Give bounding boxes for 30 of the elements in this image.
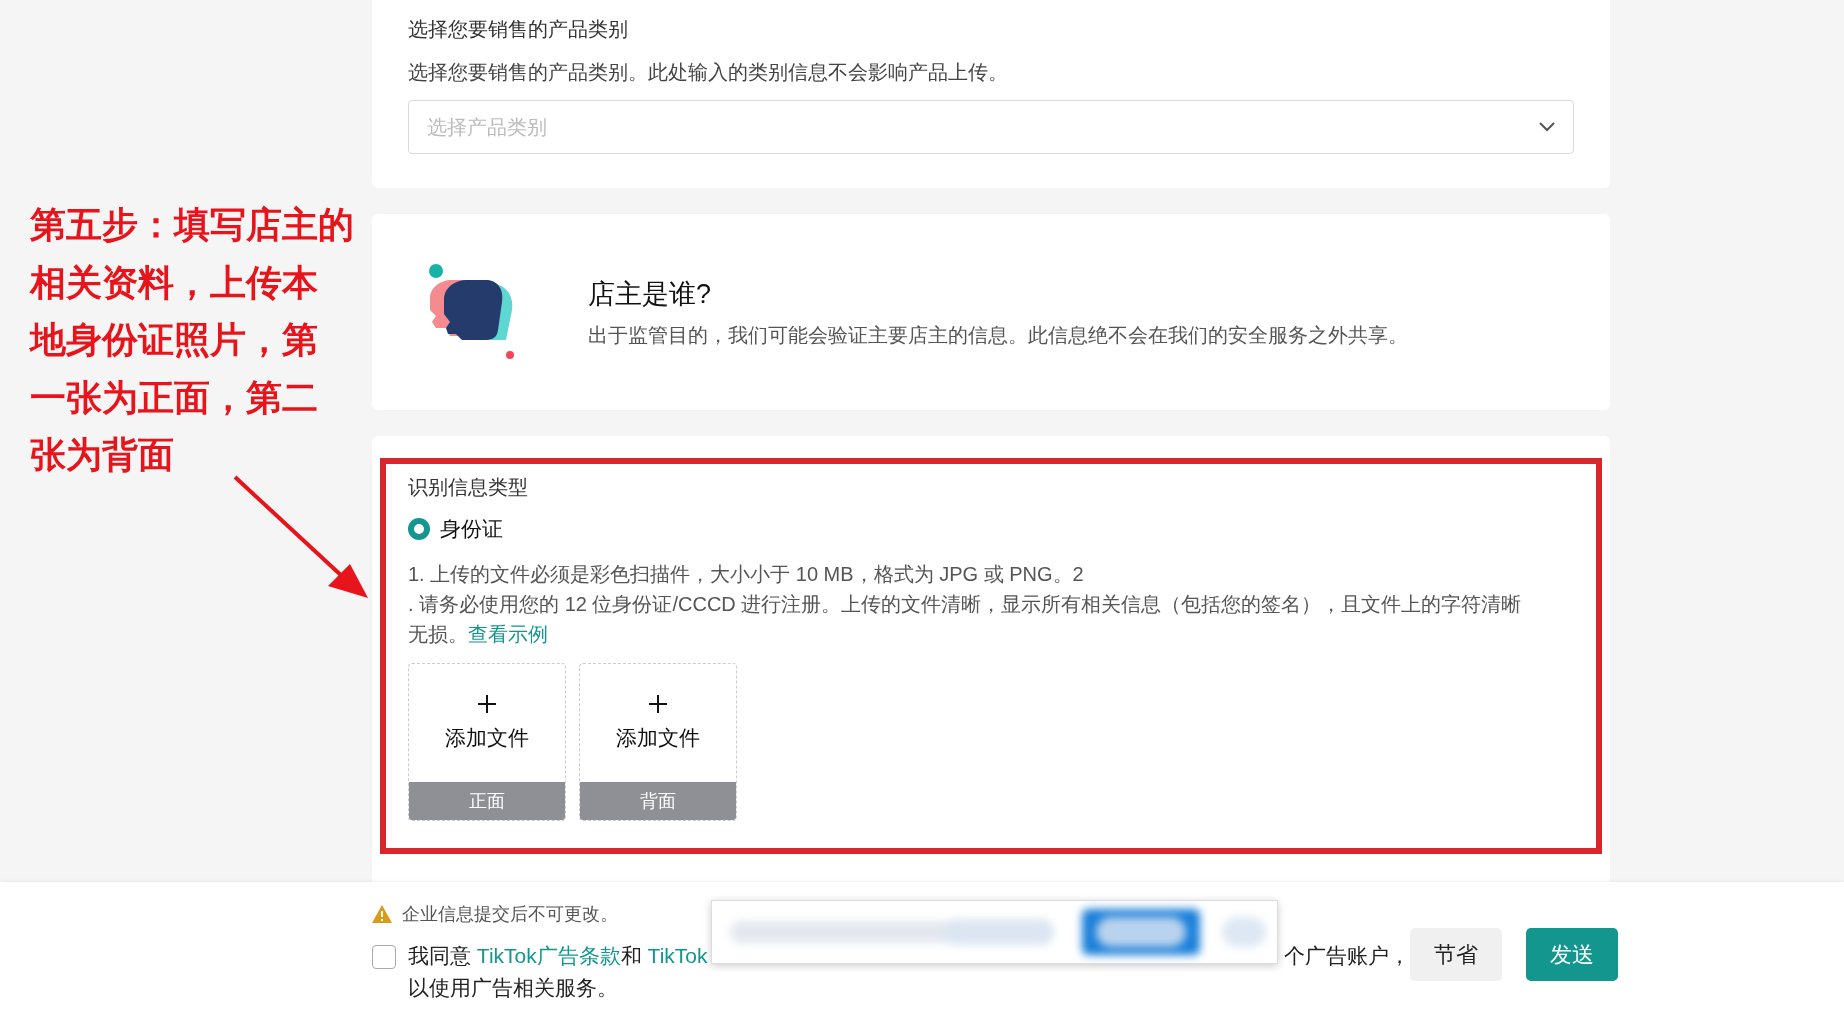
terms-link[interactable]: TikTok广告条款 [476, 940, 621, 972]
terms-link[interactable]: TikTok [647, 940, 708, 972]
add-file-label: 添加文件 [616, 725, 700, 751]
plus-icon [477, 694, 497, 714]
field-label: 选择您要销售的产品类别 [408, 17, 629, 42]
upload-tile[interactable]: 添加文件 正面 [408, 663, 566, 821]
agree-checkbox[interactable] [372, 945, 396, 969]
side-label: 背面 [580, 782, 736, 820]
agreement-text: 我同意 [408, 943, 472, 969]
view-example-link[interactable]: 查看示例 [468, 623, 548, 645]
agreement-text: 个广告账户， [1283, 943, 1410, 969]
plus-icon [648, 694, 668, 714]
warning-icon [372, 905, 392, 923]
upload-tile[interactable]: 添加文件 背面 [579, 663, 737, 821]
side-label: 正面 [409, 782, 565, 820]
section-title: 店主是谁? [588, 277, 713, 311]
add-file-label: 添加文件 [445, 725, 529, 751]
field-description: 选择您要销售的产品类别。此处输入的类别信息不会影响产品上传。 [408, 60, 1009, 85]
annotation-text: 第五步：填写店主的 相关资料，上传本 地身份证照片，第 一张为正面，第二 张为背面 [30, 203, 354, 477]
section-description: 出于监管目的，我们可能会验证主要店主的信息。此信息绝不会在我们的安全服务之外共享。 [588, 322, 1408, 348]
upload-requirements: 1. 上传的文件必须是彩色扫描件，大小小于 10 MB，格式为 JPG 或 PNG。2 . 请务必使用您的 12 位身份证/CCCD 进行注册。上传的文件清晰，显示所有相关信息（包括您的签名），且文件上的字符清晰无损。查看示例 [408, 562, 1523, 647]
warning-text: 企业信息提交后不可更改。 [402, 903, 618, 926]
chevron-down-icon [1539, 122, 1555, 132]
agreement-text: 和 [620, 943, 643, 969]
category-select[interactable]: 选择产品类别 [408, 100, 1574, 154]
id-card-radio[interactable]: 身份证 [408, 515, 1596, 543]
save-button[interactable]: 节省 [1409, 928, 1502, 981]
field-label: 识别信息类型 [408, 475, 529, 500]
agreement-text: 以使用广告相关服务。 [408, 975, 619, 1001]
send-button[interactable]: 发送 [1525, 928, 1618, 981]
